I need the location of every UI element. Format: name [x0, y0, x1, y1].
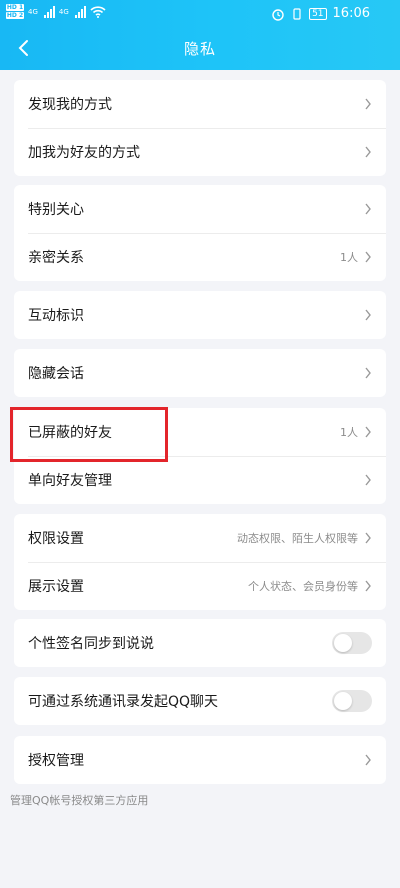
row-label: 展示设置: [28, 579, 84, 595]
row-value: 动态权限、陌生人权限等: [237, 532, 358, 545]
row-label: 授权管理: [28, 753, 84, 769]
row-contacts-chat: 可通过系统通讯录发起QQ聊天: [14, 677, 386, 725]
clock: 16:06: [332, 6, 370, 21]
settings-group-permissions: 权限设置 动态权限、陌生人权限等 展示设置 个人状态、会员身份等: [14, 514, 386, 610]
signal-icon: [43, 5, 55, 18]
row-value: 1人: [340, 426, 358, 439]
row-auth-management[interactable]: 授权管理: [14, 736, 386, 784]
row-find-me[interactable]: 发现我的方式: [14, 80, 386, 128]
row-display-settings[interactable]: 展示设置 个人状态、会员身份等: [14, 562, 386, 610]
settings-group-discovery: 发现我的方式 加我为好友的方式: [14, 80, 386, 176]
signal-icon-2: [74, 5, 86, 18]
row-permission-settings[interactable]: 权限设置 动态权限、陌生人权限等: [14, 514, 386, 562]
chevron-right-icon: [365, 532, 371, 544]
battery-icon: 51: [309, 7, 327, 20]
auth-footnote: 管理QQ帐号授权第三方应用: [10, 794, 149, 807]
row-special-care[interactable]: 特别关心: [14, 185, 386, 233]
settings-group-interaction: 互动标识: [14, 291, 386, 339]
row-label: 可通过系统通讯录发起QQ聊天: [28, 694, 219, 710]
row-signature-sync: 个性签名同步到说说: [14, 619, 386, 667]
contacts-chat-toggle[interactable]: [332, 690, 372, 712]
row-interaction-marks[interactable]: 互动标识: [14, 291, 386, 339]
settings-group-contacts: 可通过系统通讯录发起QQ聊天: [14, 677, 386, 725]
chevron-right-icon: [365, 146, 371, 158]
wifi-icon: [90, 5, 106, 18]
chevron-right-icon: [365, 203, 371, 215]
sim-indicator: HD 1 HD 2: [6, 4, 24, 19]
chevron-right-icon: [365, 251, 371, 263]
chevron-right-icon: [365, 474, 371, 486]
settings-group-relations: 特别关心 亲密关系 1人: [14, 185, 386, 281]
row-label: 加我为好友的方式: [28, 145, 140, 161]
row-value: 1人: [340, 251, 358, 264]
status-bar: HD 1 HD 2 4G 4G 51 16:06: [0, 0, 400, 28]
chevron-right-icon: [365, 754, 371, 766]
row-value: 个人状态、会员身份等: [248, 580, 358, 593]
row-one-way-friends[interactable]: 单向好友管理: [14, 456, 386, 504]
row-label: 权限设置: [28, 531, 84, 547]
highlight-box: [10, 407, 168, 462]
row-label: 亲密关系: [28, 250, 84, 266]
chevron-right-icon: [365, 309, 371, 321]
signature-sync-toggle[interactable]: [332, 632, 372, 654]
row-add-friend[interactable]: 加我为好友的方式: [14, 128, 386, 176]
network-label-2: 4G: [58, 7, 69, 16]
settings-group-signature: 个性签名同步到说说: [14, 619, 386, 667]
row-label: 互动标识: [28, 308, 84, 324]
row-intimate[interactable]: 亲密关系 1人: [14, 233, 386, 281]
row-label: 隐藏会话: [28, 366, 84, 382]
row-hidden-chat[interactable]: 隐藏会话: [14, 349, 386, 397]
network-label: 4G: [28, 7, 38, 16]
chevron-right-icon: [365, 367, 371, 379]
settings-group-hidden: 隐藏会话: [14, 349, 386, 397]
page-title: 隐私: [183, 40, 216, 58]
chevron-right-icon: [365, 580, 371, 592]
row-label: 特别关心: [28, 202, 84, 218]
chevron-right-icon: [365, 426, 371, 438]
header-bar: HD 1 HD 2 4G 4G 51 16:06 隐私: [0, 0, 400, 70]
row-label: 发现我的方式: [28, 97, 112, 113]
vibrate-icon: [293, 7, 301, 20]
row-label: 个性签名同步到说说: [28, 636, 154, 652]
alarm-icon: [272, 8, 284, 21]
chevron-right-icon: [365, 98, 371, 110]
row-label: 单向好友管理: [28, 473, 112, 489]
settings-group-auth: 授权管理: [14, 736, 386, 784]
